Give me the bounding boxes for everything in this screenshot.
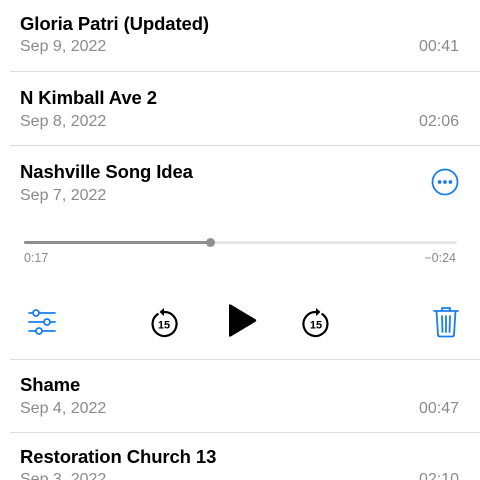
playback-progress-fill — [24, 241, 211, 244]
remaining-time: −0:24 — [424, 251, 456, 265]
recording-row[interactable]: N Kimball Ave 2 Sep 8, 2022 02:06 — [0, 72, 480, 144]
playback-scrubber[interactable] — [24, 238, 457, 247]
trash-icon[interactable] — [433, 306, 459, 338]
recording-date: Sep 9, 2022 — [20, 38, 107, 55]
recording-title: N Kimball Ave 2 — [20, 87, 157, 108]
skip-forward-label: 15 — [310, 320, 322, 332]
elapsed-time: 0:17 — [24, 251, 49, 265]
sliders-icon[interactable] — [28, 309, 56, 335]
skip-forward-15-icon[interactable]: 15 — [301, 307, 331, 339]
recording-row[interactable]: Gloria Patri (Updated) Sep 9, 2022 00:41 — [0, 0, 480, 72]
recording-date: Sep 4, 2022 — [20, 400, 107, 417]
recording-row[interactable]: Shame Sep 4, 2022 00:47 — [0, 360, 480, 432]
skip-back-label: 15 — [158, 320, 170, 332]
recording-duration: 00:41 — [418, 38, 459, 55]
recording-date: Sep 8, 2022 — [20, 113, 107, 130]
recording-date: Sep 7, 2022 — [20, 187, 107, 204]
recording-title: Shame — [20, 374, 81, 395]
recording-duration: 02:06 — [418, 113, 459, 130]
recording-title: Gloria Patri (Updated) — [20, 13, 209, 34]
skip-back-15-icon[interactable]: 15 — [149, 307, 179, 339]
more-options-icon[interactable] — [431, 168, 459, 196]
recording-title: Restoration Church 13 — [20, 446, 217, 467]
recording-duration: 02:10 — [418, 471, 459, 480]
recording-date: Sep 3, 2022 — [20, 471, 107, 480]
recording-duration: 00:47 — [418, 400, 459, 417]
recording-title: Nashville Song Idea — [20, 161, 193, 182]
recording-row[interactable]: Restoration Church 13 Sep 3, 2022 02:10 — [0, 433, 480, 480]
scrubber-handle[interactable] — [205, 238, 215, 247]
play-icon[interactable] — [226, 303, 258, 339]
